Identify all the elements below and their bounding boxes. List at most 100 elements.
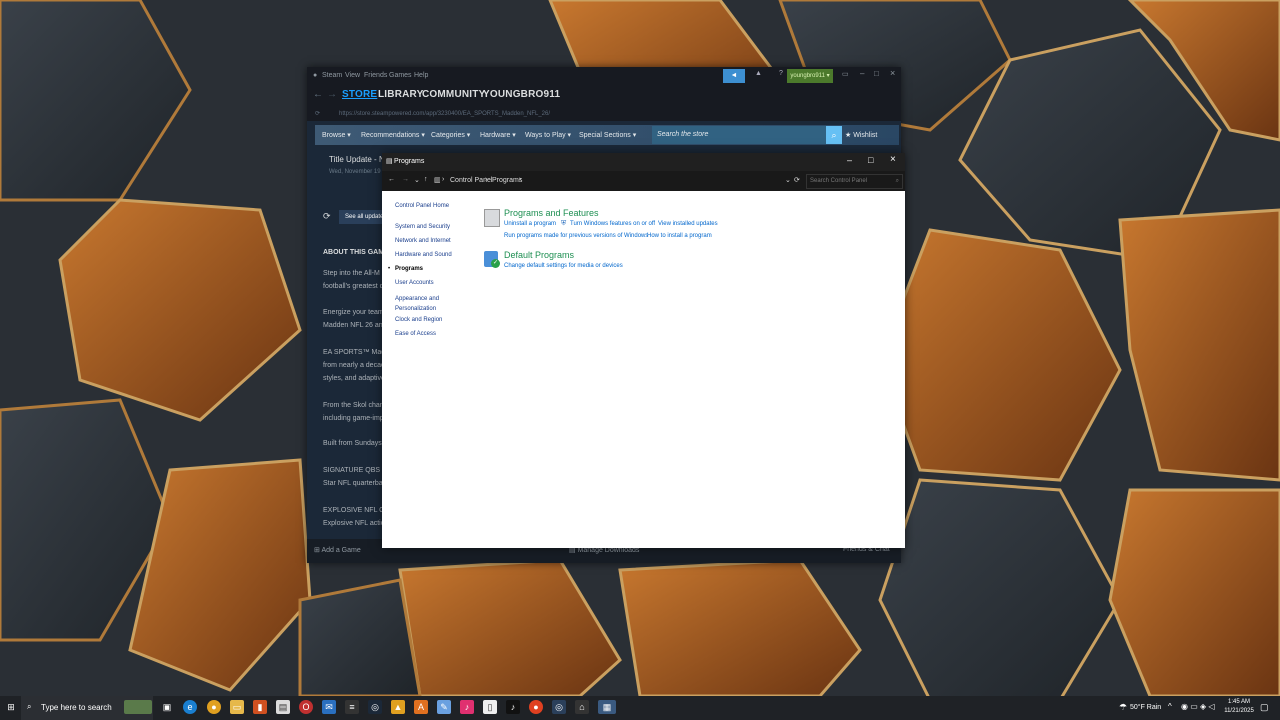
cp-search-input[interactable]: Search Control Panel ⌕: [806, 174, 903, 189]
document-icon[interactable]: ▯: [483, 700, 497, 714]
store-menu-ways-to-play[interactable]: Ways to Play ▾: [525, 131, 571, 139]
steam-taskbar-icon[interactable]: ◎: [368, 700, 382, 714]
sidebar-item-user-accounts[interactable]: User Accounts: [395, 280, 434, 286]
sidebar-item-network-internet[interactable]: Network and Internet: [395, 238, 451, 244]
menu-view[interactable]: View: [345, 72, 360, 79]
breadcrumb-programs[interactable]: Programs: [492, 177, 522, 184]
task-view-icon[interactable]: ▣: [160, 700, 174, 714]
notepad-icon[interactable]: ▤: [276, 700, 290, 714]
notifications-icon[interactable]: ▢: [1260, 702, 1269, 713]
cp-address-dropdown-icon[interactable]: ⌄: [785, 176, 791, 184]
opera-icon[interactable]: O: [299, 700, 313, 714]
store-menu-recommendations[interactable]: Recommendations ▾: [361, 131, 425, 139]
close-button[interactable]: ×: [890, 68, 895, 78]
url-text[interactable]: https://store.steampowered.com/app/32304…: [339, 111, 550, 117]
about-text: including game-imp: [323, 415, 384, 422]
store-menu-browse[interactable]: Browse ▾: [322, 131, 351, 139]
refresh-icon[interactable]: ⟳: [323, 211, 331, 222]
clock-time[interactable]: 1:45 AM: [1224, 699, 1254, 705]
about-text: From the Skol chan: [323, 402, 384, 409]
reload-icon[interactable]: ⟳: [315, 110, 320, 117]
store-menu-label: Ways to Play: [525, 132, 566, 139]
change-default-settings-link[interactable]: Change default settings for media or dev…: [504, 263, 623, 269]
taskbar-search-icon: ⌕: [27, 702, 32, 711]
app-icon[interactable]: ▮: [253, 700, 267, 714]
cp-maximize-button[interactable]: □: [868, 155, 873, 165]
sidebar-item-system-security[interactable]: System and Security: [395, 224, 450, 230]
steam-app-icon[interactable]: ◎: [552, 700, 566, 714]
account-menu[interactable]: youngbro911 ▾: [787, 69, 833, 83]
cp-refresh-icon[interactable]: ⟳: [794, 176, 800, 184]
file-explorer-icon[interactable]: ▭: [230, 700, 244, 714]
store-menu-categories[interactable]: Categories ▾: [431, 131, 470, 139]
app-icon[interactable]: ●: [529, 700, 543, 714]
cp-location-icon: ▥: [434, 177, 441, 184]
cp-back-arrow-icon[interactable]: ←: [388, 176, 395, 183]
sidebar-item-appearance[interactable]: Appearance and Personalization: [395, 294, 450, 314]
uninstall-program-link[interactable]: Uninstall a program: [504, 221, 556, 227]
edge-icon[interactable]: e: [183, 700, 197, 714]
windows-start-icon[interactable]: ⊞: [4, 700, 18, 714]
app-icon[interactable]: ≡: [345, 700, 359, 714]
app-icon[interactable]: A: [414, 700, 428, 714]
default-programs-heading[interactable]: Default Programs: [504, 250, 574, 260]
minimize-button[interactable]: –: [860, 69, 864, 78]
how-to-install-link[interactable]: How to install a program: [647, 233, 712, 239]
windows-features-link[interactable]: Turn Windows features on or off: [570, 221, 655, 227]
cp-search-icon[interactable]: ⌕: [896, 175, 899, 188]
search-icon[interactable]: ⌕: [826, 126, 842, 144]
menu-help[interactable]: Help: [414, 72, 428, 79]
screen-icon[interactable]: ▭: [842, 70, 849, 78]
control-panel-taskbar-icon[interactable]: ▦: [598, 700, 616, 714]
nav-library[interactable]: LIBRARY: [378, 89, 423, 100]
app-icon[interactable]: ⌂: [575, 700, 589, 714]
menu-friends[interactable]: Friends: [364, 72, 387, 79]
view-updates-link[interactable]: View installed updates: [658, 221, 718, 227]
help-icon[interactable]: ?: [779, 70, 783, 77]
app-icon[interactable]: ✎: [437, 700, 451, 714]
wishlist-button[interactable]: ★ Wishlist: [845, 131, 877, 139]
cp-forward-arrow-icon[interactable]: →: [402, 176, 409, 183]
menu-steam[interactable]: Steam: [322, 72, 342, 79]
cp-up-arrow-icon[interactable]: ↑: [424, 176, 428, 183]
weather-text[interactable]: 50°F Rain: [1130, 704, 1161, 711]
cp-close-button[interactable]: ×: [890, 154, 896, 165]
programs-features-heading[interactable]: Programs and Features: [504, 208, 599, 218]
menu-games[interactable]: Games: [389, 72, 412, 79]
sidebar-item-ease-of-access[interactable]: Ease of Access: [395, 331, 436, 337]
back-arrow-icon[interactable]: ←: [313, 89, 323, 100]
weather-icon[interactable]: ☂: [1116, 700, 1130, 714]
maximize-button[interactable]: □: [874, 69, 879, 78]
tray-icons[interactable]: ◉ ▭ ◈ ◁: [1181, 702, 1215, 711]
app-icon[interactable]: ▲: [391, 700, 405, 714]
steam-navbar: ← → STORE LIBRARY COMMUNITY YOUNGBRO911: [307, 85, 901, 107]
clock-date[interactable]: 11/21/2025: [1224, 708, 1254, 714]
nav-community[interactable]: COMMUNITY: [422, 89, 485, 100]
sidebar-item-control-panel-home[interactable]: Control Panel Home: [395, 203, 449, 209]
chrome-icon[interactable]: ●: [207, 700, 221, 714]
sidebar-item-programs[interactable]: Programs: [395, 266, 423, 272]
store-menu-label: Special Sections: [579, 132, 631, 139]
app-icon[interactable]: ♪: [460, 700, 474, 714]
cp-minimize-button[interactable]: –: [847, 155, 852, 165]
sidebar-item-hardware-sound[interactable]: Hardware and Sound: [395, 252, 452, 258]
notification-bell-icon[interactable]: ▲: [755, 70, 762, 77]
add-game-button[interactable]: ⊞ Add a Game: [314, 546, 361, 554]
sidebar-item-clock-region[interactable]: Clock and Region: [395, 317, 442, 323]
search-highlight-icon[interactable]: [124, 700, 152, 714]
tray-chevron-icon[interactable]: ^: [1168, 702, 1172, 711]
outlook-icon[interactable]: ✉: [322, 700, 336, 714]
run-previous-versions-link[interactable]: Run programs made for previous versions …: [504, 233, 648, 239]
update-title[interactable]: Title Update - N: [329, 155, 385, 164]
nav-store[interactable]: STORE: [342, 89, 377, 100]
cp-history-chevron-icon[interactable]: ⌄: [414, 176, 420, 184]
about-text: Madden NFL 26 an: [323, 322, 383, 329]
nav-profile[interactable]: YOUNGBRO911: [483, 89, 560, 100]
store-menu-hardware[interactable]: Hardware ▾: [480, 131, 516, 139]
announcement-icon[interactable]: ◄: [723, 69, 745, 83]
store-menu-special-sections[interactable]: Special Sections ▾: [579, 131, 636, 139]
store-search-input[interactable]: Search the store: [652, 126, 826, 144]
tiktok-icon[interactable]: ♪: [506, 700, 520, 714]
forward-arrow-icon[interactable]: →: [327, 89, 337, 100]
cp-titlebar: ▤ Programs – □ ×: [382, 153, 905, 171]
